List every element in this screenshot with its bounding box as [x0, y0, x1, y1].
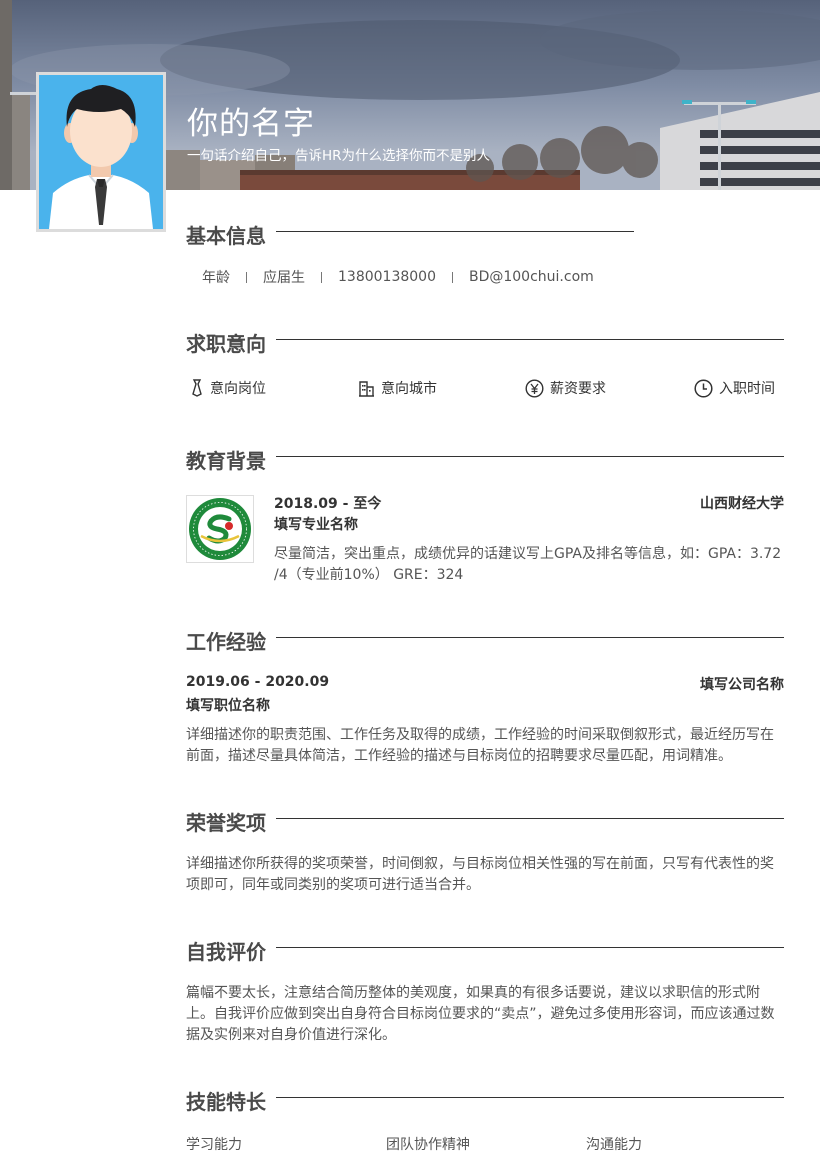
candidate-name: 你的名字: [187, 106, 315, 142]
basic-info-row: 年龄 应届生 13800138000 BD@100chui.com: [202, 267, 594, 287]
education-description: 尽量简洁，突出重点，成绩优异的话建议写上GPA及排名等信息，如：GPA：3.72…: [274, 546, 782, 583]
skill-item: 团队协作精神: [386, 1137, 470, 1153]
section-title-work: 工作经验: [186, 630, 266, 654]
intent-label: 入职时间: [719, 381, 775, 397]
age-field: 年龄: [202, 270, 230, 286]
divider: [451, 271, 453, 283]
company-name: 填写公司名称: [700, 677, 784, 693]
work-date: 2019.06 - 2020.09: [186, 674, 330, 690]
intent-salary: 薪资要求: [525, 378, 606, 398]
section-title-education: 教育背景: [186, 449, 266, 473]
intent-position: 意向岗位: [190, 378, 266, 398]
yen-icon: [525, 378, 544, 398]
tie-icon: [192, 379, 202, 397]
position-name: 填写职位名称: [186, 698, 270, 714]
phone-field: 13800138000: [338, 269, 436, 285]
intent-label: 意向城市: [381, 381, 437, 397]
status-field: 应届生: [263, 270, 305, 286]
school-name: 山西财经大学: [700, 496, 784, 512]
divider: [321, 271, 322, 283]
section-title-intent: 求职意向: [186, 332, 266, 356]
section-divider: [276, 947, 784, 948]
avatar-photo: [36, 72, 166, 232]
clock-icon: [694, 378, 713, 398]
section-divider: [276, 456, 784, 457]
section-divider: [276, 231, 634, 232]
building-icon: [359, 380, 374, 397]
divider: [246, 271, 247, 283]
section-title-basic: 基本信息: [186, 224, 266, 248]
section-title-self: 自我评价: [186, 940, 266, 964]
intent-start-date: 入职时间: [694, 378, 775, 398]
section-divider: [276, 339, 784, 340]
major-name: 填写专业名称: [274, 517, 358, 533]
school-logo: [186, 495, 254, 563]
honors-description: 详细描述你所获得的奖项荣誉，时间倒叙，与目标岗位相关性强的写在前面，只写有代表性…: [186, 856, 774, 893]
section-divider: [276, 637, 784, 638]
intent-label: 意向岗位: [210, 381, 266, 397]
intent-label: 薪资要求: [550, 381, 606, 397]
education-date: 2018.09 - 至今: [274, 496, 382, 512]
section-divider: [276, 1097, 784, 1098]
work-description: 详细描述你的职责范围、工作任务及取得的成绩，工作经验的时间采取倒叙形式，最近经历…: [186, 727, 774, 764]
intent-city: 意向城市: [358, 378, 437, 398]
self-evaluation-description: 篇幅不要太长，注意结合简历整体的美观度，如果真的有很多话要说，建议以求职信的形式…: [186, 985, 775, 1043]
section-title-honors: 荣誉奖项: [186, 811, 266, 835]
school-emblem-icon: [189, 498, 251, 560]
section-title-skills: 技能特长: [186, 1090, 266, 1114]
section-divider: [276, 818, 784, 819]
skill-item: 学习能力: [186, 1137, 242, 1153]
email-field: BD@100chui.com: [468, 269, 594, 285]
self-intro-slogan: 一句话介绍自己，告诉HR为什么选择你而不是别人: [187, 148, 491, 164]
skill-item: 沟通能力: [586, 1137, 642, 1153]
person-avatar-icon: [39, 75, 163, 229]
